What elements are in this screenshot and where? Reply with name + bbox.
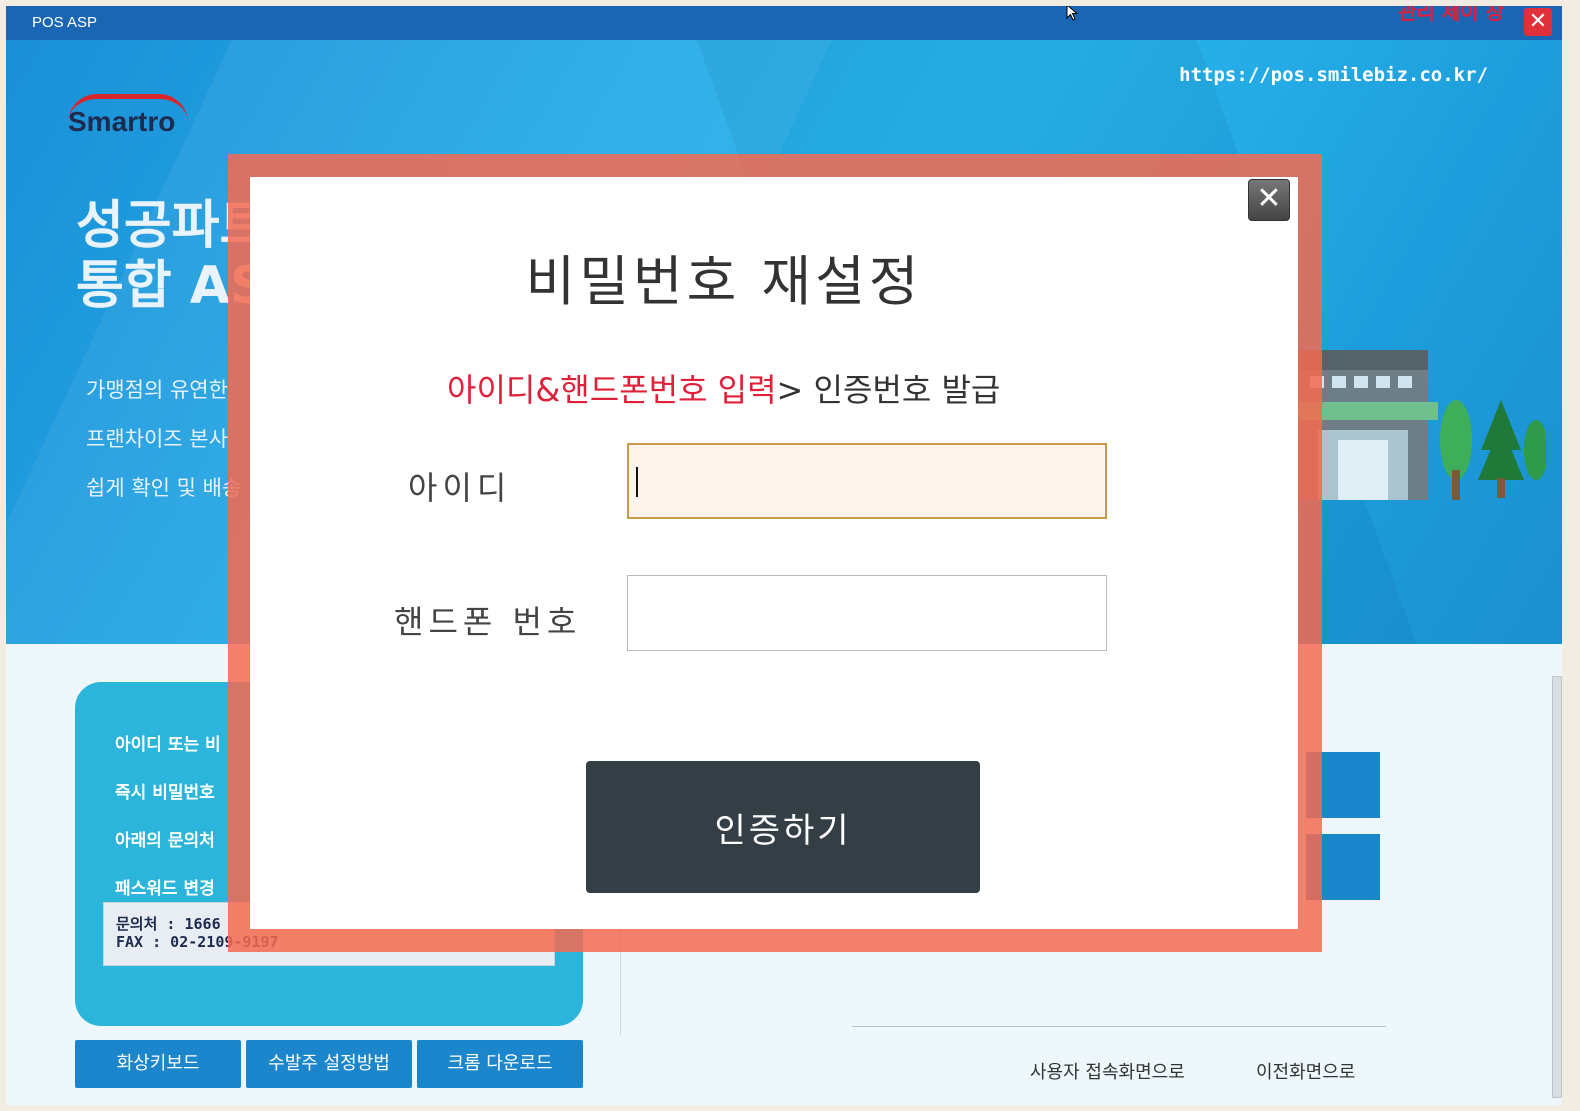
id-input[interactable] [627,443,1107,519]
subtext-line: 쉽게 확인 및 배송 [86,476,242,500]
window-close-button[interactable]: ✕ [1524,8,1552,36]
smartro-logo: Smartro [66,94,216,144]
tree-icon [1440,400,1546,500]
divider [852,1026,1386,1027]
subtext-line: 프랜차이즈 본사 [86,427,228,451]
id-label: 아이디 [408,469,512,507]
window-title: POS ASP [32,14,98,31]
phone-input[interactable] [627,575,1107,651]
logo-text: Smartro [68,106,176,137]
onscreen-keyboard-button[interactable]: 화상키보드 [75,1040,241,1088]
order-setup-guide-button[interactable]: 수발주 설정방법 [246,1040,412,1088]
text-caret [636,467,638,497]
previous-screen-link[interactable]: 이전화면으로 [1256,1058,1355,1084]
mouse-cursor-icon [1066,6,1079,21]
dialog-title: 비밀번호 재설정 [525,250,923,313]
password-reset-dialog: ✕ 비밀번호 재설정 아이디&핸드폰번호 입력> 인증번호 발급 아이디 핸드폰… [250,177,1298,929]
info-line: 아이디 또는 비 [115,735,221,755]
step-indicator: 아이디&핸드폰번호 입력> 인증번호 발급 [447,365,1000,411]
banner-subtext: 가맹점의 유연한 프랜차이즈 본사 쉽게 확인 및 배송 [86,366,241,513]
info-line: 아래의 문의처 [115,831,215,851]
user-screen-link[interactable]: 사용자 접속화면으로 [1030,1058,1185,1084]
phone-label: 핸드폰 번호 [394,603,582,641]
dialog-close-button[interactable]: ✕ [1248,179,1290,221]
step-next: 인증번호 발급 [803,371,1001,409]
scrollbar[interactable] [1552,676,1562,1098]
chrome-download-button[interactable]: 크롬 다운로드 [417,1040,583,1088]
info-line: 즉시 비밀번호 [115,783,215,803]
step-separator: > [776,371,804,409]
title-status-text: 관리 제이 창 [1398,6,1504,24]
subtext-line: 가맹점의 유연한 [86,378,228,402]
verify-button[interactable]: 인증하기 [586,761,980,893]
step-active: 아이디&핸드폰번호 입력 [447,371,777,409]
contact-phone: 문의처 : 1666 [116,915,221,933]
info-line: 패스워드 변경 [115,879,215,899]
title-bar: POS ASP 관리 제이 창 ✕ [6,6,1562,40]
site-url: https://pos.smilebiz.co.kr/ [1179,64,1488,86]
